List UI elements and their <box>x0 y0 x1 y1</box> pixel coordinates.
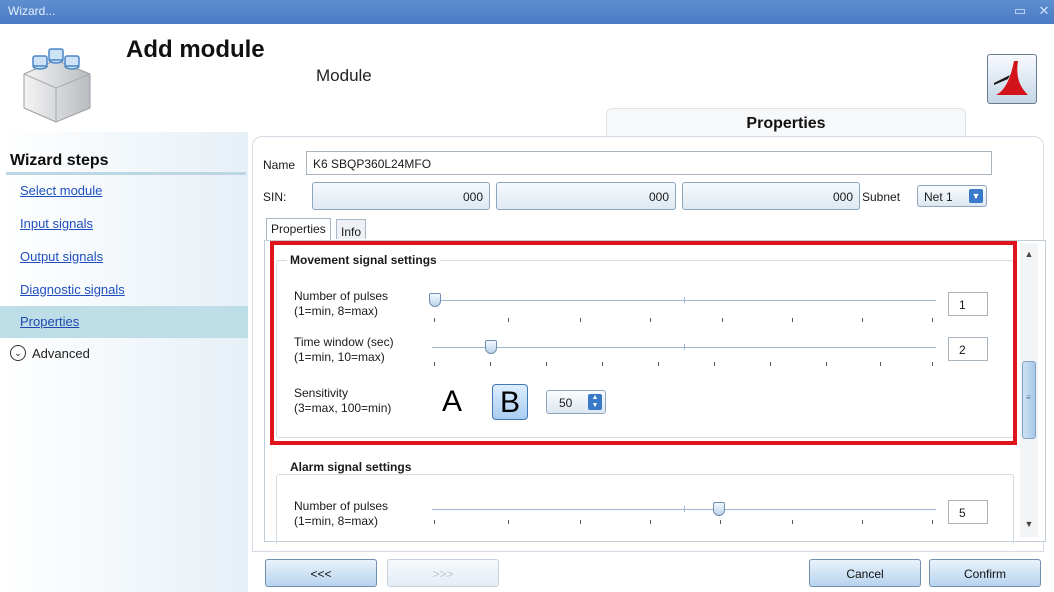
page-subtitle: Module <box>316 66 372 85</box>
sidebar-item-label: Output signals <box>20 249 104 264</box>
subtab-info[interactable]: Info <box>336 219 367 239</box>
app-logo-icon <box>987 54 1037 104</box>
window-titlebar: Wizard... ▭ ✕ <box>0 0 1054 25</box>
slider-tick <box>580 520 581 524</box>
restore-icon[interactable]: ▭ <box>1012 2 1028 20</box>
chevron-down-icon: ▼ <box>969 189 983 203</box>
next-button[interactable]: >>> <box>387 559 499 587</box>
sidebar-item-output-signals[interactable]: Output signals <box>0 241 248 273</box>
wizard-sidebar: Wizard steps Select module Input signals… <box>0 132 248 592</box>
slider-tick <box>792 520 793 524</box>
sidebar-item-properties[interactable]: Properties <box>0 306 248 338</box>
alarm-pulses-range: (1=min, 8=max) <box>294 514 379 528</box>
sidebar-heading: Wizard steps <box>10 152 109 169</box>
highlight-box <box>270 241 1017 445</box>
sin-field-3[interactable]: 000 <box>682 182 860 210</box>
cancel-button[interactable]: Cancel <box>809 559 921 587</box>
confirm-button[interactable]: Confirm <box>929 559 1041 587</box>
subnet-label: Subnet <box>862 190 901 204</box>
subnet-select[interactable]: Net 1 ▼ <box>917 185 987 207</box>
alarm-pulses-slider[interactable] <box>713 502 725 516</box>
slider-midtick <box>684 506 685 512</box>
name-label: Name <box>263 158 296 172</box>
slider-tick <box>650 520 651 524</box>
tab-properties[interactable]: Properties <box>606 108 966 137</box>
subnet-value: Net 1 <box>924 190 953 204</box>
module-blocks-icon <box>23 48 91 123</box>
alarm-pulses-input[interactable]: 5 <box>948 500 988 524</box>
sin-field-1[interactable]: 000 <box>312 182 490 210</box>
scroll-thumb[interactable]: ≡ <box>1022 361 1036 439</box>
grip-icon: ≡ <box>1026 393 1031 402</box>
chevron-down-icon: ⌄ <box>10 345 26 361</box>
scroll-up-icon[interactable]: ▲ <box>1023 249 1035 259</box>
page-title: Add module <box>126 36 265 63</box>
sidebar-item-label: Diagnostic signals <box>20 282 125 297</box>
sin-field-2[interactable]: 000 <box>496 182 676 210</box>
tab-properties-label: Properties <box>746 115 826 132</box>
subtab-properties[interactable]: Properties <box>266 218 331 240</box>
slider-tick <box>508 520 509 524</box>
settings-scrollbar[interactable]: ▲ ≡ ▼ <box>1020 243 1038 537</box>
sidebar-item-select-module[interactable]: Select module <box>0 175 248 207</box>
sidebar-item-diagnostic-signals[interactable]: Diagnostic signals <box>0 274 248 306</box>
alarm-pulses-name: Number of pulses <box>294 499 389 513</box>
sidebar-item-label: Properties <box>20 314 80 329</box>
sidebar-item-input-signals[interactable]: Input signals <box>0 208 248 240</box>
sin-label: SIN: <box>263 190 287 204</box>
name-field[interactable]: K6 SBQP360L24MFO <box>306 151 992 175</box>
sidebar-item-label: Input signals <box>20 216 93 231</box>
slider-tick <box>720 520 721 524</box>
advanced-label: Advanced <box>32 345 90 361</box>
sidebar-item-label: Select module <box>20 183 103 198</box>
close-icon[interactable]: ✕ <box>1036 2 1052 20</box>
window-title: Wizard... <box>8 4 56 18</box>
slider-tick <box>932 520 933 524</box>
slider-tick <box>862 520 863 524</box>
alarm-pulses-label: Number of pulses (1=min, 8=max) <box>294 499 388 529</box>
back-button[interactable]: <<< <box>265 559 377 587</box>
scroll-down-icon[interactable]: ▼ <box>1023 519 1035 529</box>
advanced-expander[interactable]: ⌄ Advanced <box>10 345 90 361</box>
slider-tick <box>434 520 435 524</box>
alarm-group-title: Alarm signal settings <box>287 460 415 474</box>
